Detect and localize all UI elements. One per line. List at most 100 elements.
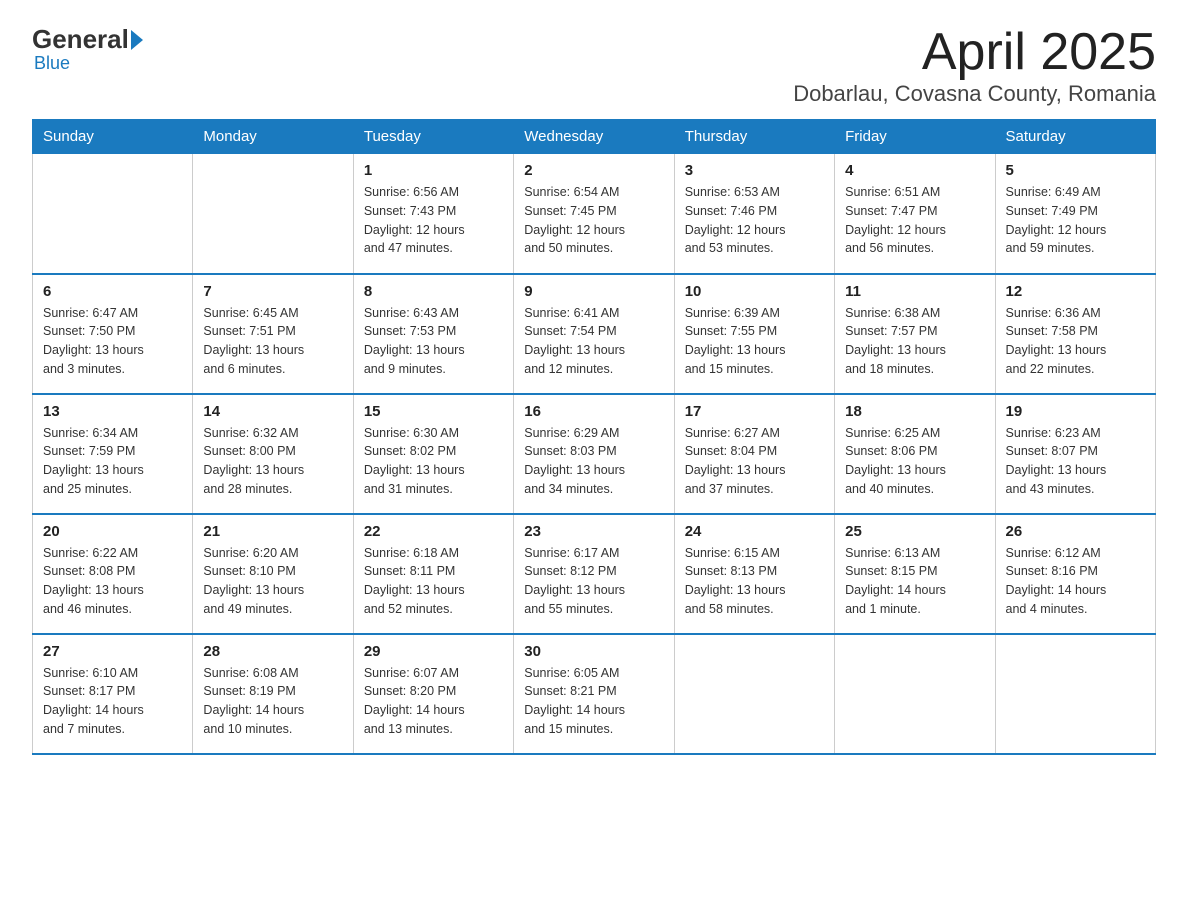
calendar-cell — [193, 154, 353, 274]
day-info: Sunrise: 6:12 AMSunset: 8:16 PMDaylight:… — [1006, 544, 1145, 619]
day-number: 9 — [524, 283, 663, 300]
week-row-4: 20Sunrise: 6:22 AMSunset: 8:08 PMDayligh… — [33, 514, 1156, 634]
logo: General Blue — [32, 24, 143, 74]
calendar-cell: 2 Sunrise: 6:54 AMSunset: 7:45 PMDaylight… — [514, 154, 674, 274]
day-info: Sunrise: 6:05 AMSunset: 8:21 PMDaylight:… — [524, 664, 663, 739]
calendar-cell: 19Sunrise: 6:23 AMSunset: 8:07 PMDayligh… — [995, 394, 1155, 514]
week-row-5: 27 Sunrise: 6:10 AMSunset: 8:17 PMDayligh… — [33, 634, 1156, 754]
calendar-cell — [33, 154, 193, 274]
weekday-header-monday: Monday — [193, 120, 353, 154]
day-number: 16 — [524, 403, 663, 420]
calendar-cell: 24Sunrise: 6:15 AMSunset: 8:13 PMDayligh… — [674, 514, 834, 634]
calendar-cell: 17Sunrise: 6:27 AMSunset: 8:04 PMDayligh… — [674, 394, 834, 514]
calendar-cell: 15 Sunrise: 6:30 AMSunset: 8:02 PMDayligh… — [353, 394, 513, 514]
day-number: 30 — [524, 643, 663, 660]
weekday-header-wednesday: Wednesday — [514, 120, 674, 154]
day-number: 10 — [685, 283, 824, 300]
day-number: 20 — [43, 523, 182, 540]
calendar-cell: 4 Sunrise: 6:51 AMSunset: 7:47 PMDaylight… — [835, 154, 995, 274]
day-number: 14 — [203, 403, 342, 420]
logo-general: General — [32, 24, 129, 55]
day-info: Sunrise: 6:45 AMSunset: 7:51 PMDaylight:… — [203, 304, 342, 379]
day-info: Sunrise: 6:29 AMSunset: 8:03 PMDaylight:… — [524, 424, 663, 499]
day-info: Sunrise: 6:25 AMSunset: 8:06 PMDaylight:… — [845, 424, 984, 499]
calendar-cell: 5Sunrise: 6:49 AMSunset: 7:49 PMDaylight… — [995, 154, 1155, 274]
day-number: 21 — [203, 523, 342, 540]
weekday-header-row: SundayMondayTuesdayWednesdayThursdayFrid… — [33, 120, 1156, 154]
calendar-cell: 30 Sunrise: 6:05 AMSunset: 8:21 PMDayligh… — [514, 634, 674, 754]
calendar-cell: 1 Sunrise: 6:56 AMSunset: 7:43 PMDaylight… — [353, 154, 513, 274]
calendar-cell: 13 Sunrise: 6:34 AMSunset: 7:59 PMDayligh… — [33, 394, 193, 514]
calendar-cell: 9 Sunrise: 6:41 AMSunset: 7:54 PMDaylight… — [514, 274, 674, 394]
day-number: 5 — [1006, 162, 1145, 179]
day-number: 23 — [524, 523, 663, 540]
weekday-header-saturday: Saturday — [995, 120, 1155, 154]
title-block: April 2025 Dobarlau, Covasna County, Rom… — [793, 24, 1156, 107]
calendar-subtitle: Dobarlau, Covasna County, Romania — [793, 81, 1156, 107]
calendar-cell: 3 Sunrise: 6:53 AMSunset: 7:46 PMDaylight… — [674, 154, 834, 274]
calendar-cell: 14Sunrise: 6:32 AMSunset: 8:00 PMDayligh… — [193, 394, 353, 514]
day-info: Sunrise: 6:43 AMSunset: 7:53 PMDaylight:… — [364, 304, 503, 379]
day-number: 8 — [364, 283, 503, 300]
day-info: Sunrise: 6:53 AMSunset: 7:46 PMDaylight:… — [685, 183, 824, 258]
logo-arrow-icon — [131, 30, 143, 50]
weekday-header-friday: Friday — [835, 120, 995, 154]
logo-blue-text: Blue — [34, 53, 70, 74]
day-number: 4 — [845, 162, 984, 179]
calendar-cell: 11 Sunrise: 6:38 AMSunset: 7:57 PMDayligh… — [835, 274, 995, 394]
logo-text: General — [32, 24, 143, 55]
calendar-cell — [995, 634, 1155, 754]
day-number: 25 — [845, 523, 984, 540]
day-number: 3 — [685, 162, 824, 179]
day-info: Sunrise: 6:39 AMSunset: 7:55 PMDaylight:… — [685, 304, 824, 379]
day-number: 18 — [845, 403, 984, 420]
calendar-cell — [674, 634, 834, 754]
day-info: Sunrise: 6:30 AMSunset: 8:02 PMDaylight:… — [364, 424, 503, 499]
day-number: 28 — [203, 643, 342, 660]
day-info: Sunrise: 6:54 AMSunset: 7:45 PMDaylight:… — [524, 183, 663, 258]
day-info: Sunrise: 6:07 AMSunset: 8:20 PMDaylight:… — [364, 664, 503, 739]
calendar-cell: 12Sunrise: 6:36 AMSunset: 7:58 PMDayligh… — [995, 274, 1155, 394]
day-number: 22 — [364, 523, 503, 540]
day-number: 11 — [845, 283, 984, 300]
calendar-cell: 26 Sunrise: 6:12 AMSunset: 8:16 PMDayligh… — [995, 514, 1155, 634]
weekday-header-tuesday: Tuesday — [353, 120, 513, 154]
calendar-cell: 7 Sunrise: 6:45 AMSunset: 7:51 PMDaylight… — [193, 274, 353, 394]
day-info: Sunrise: 6:34 AMSunset: 7:59 PMDaylight:… — [43, 424, 182, 499]
calendar-cell — [835, 634, 995, 754]
week-row-1: 1 Sunrise: 6:56 AMSunset: 7:43 PMDaylight… — [33, 154, 1156, 274]
calendar-title: April 2025 — [793, 24, 1156, 81]
calendar-cell: 6Sunrise: 6:47 AMSunset: 7:50 PMDaylight… — [33, 274, 193, 394]
weekday-header-thursday: Thursday — [674, 120, 834, 154]
day-number: 29 — [364, 643, 503, 660]
day-info: Sunrise: 6:18 AMSunset: 8:11 PMDaylight:… — [364, 544, 503, 619]
day-number: 19 — [1006, 403, 1145, 420]
calendar-cell: 29 Sunrise: 6:07 AMSunset: 8:20 PMDayligh… — [353, 634, 513, 754]
calendar-cell: 23 Sunrise: 6:17 AMSunset: 8:12 PMDayligh… — [514, 514, 674, 634]
calendar-cell: 28 Sunrise: 6:08 AMSunset: 8:19 PMDayligh… — [193, 634, 353, 754]
calendar-cell: 18 Sunrise: 6:25 AMSunset: 8:06 PMDayligh… — [835, 394, 995, 514]
day-info: Sunrise: 6:47 AMSunset: 7:50 PMDaylight:… — [43, 304, 182, 379]
day-number: 1 — [364, 162, 503, 179]
day-info: Sunrise: 6:10 AMSunset: 8:17 PMDaylight:… — [43, 664, 182, 739]
day-number: 27 — [43, 643, 182, 660]
day-number: 2 — [524, 162, 663, 179]
day-info: Sunrise: 6:36 AMSunset: 7:58 PMDaylight:… — [1006, 304, 1145, 379]
day-info: Sunrise: 6:17 AMSunset: 8:12 PMDaylight:… — [524, 544, 663, 619]
calendar-cell: 27 Sunrise: 6:10 AMSunset: 8:17 PMDayligh… — [33, 634, 193, 754]
calendar-cell: 16 Sunrise: 6:29 AMSunset: 8:03 PMDayligh… — [514, 394, 674, 514]
day-info: Sunrise: 6:27 AMSunset: 8:04 PMDaylight:… — [685, 424, 824, 499]
page-header: General Blue April 2025 Dobarlau, Covasn… — [32, 24, 1156, 107]
day-number: 26 — [1006, 523, 1145, 540]
day-info: Sunrise: 6:51 AMSunset: 7:47 PMDaylight:… — [845, 183, 984, 258]
day-number: 15 — [364, 403, 503, 420]
day-info: Sunrise: 6:08 AMSunset: 8:19 PMDaylight:… — [203, 664, 342, 739]
day-info: Sunrise: 6:38 AMSunset: 7:57 PMDaylight:… — [845, 304, 984, 379]
day-info: Sunrise: 6:56 AMSunset: 7:43 PMDaylight:… — [364, 183, 503, 258]
day-number: 13 — [43, 403, 182, 420]
day-number: 7 — [203, 283, 342, 300]
calendar-cell: 25Sunrise: 6:13 AMSunset: 8:15 PMDayligh… — [835, 514, 995, 634]
day-info: Sunrise: 6:41 AMSunset: 7:54 PMDaylight:… — [524, 304, 663, 379]
day-info: Sunrise: 6:15 AMSunset: 8:13 PMDaylight:… — [685, 544, 824, 619]
weekday-header-sunday: Sunday — [33, 120, 193, 154]
